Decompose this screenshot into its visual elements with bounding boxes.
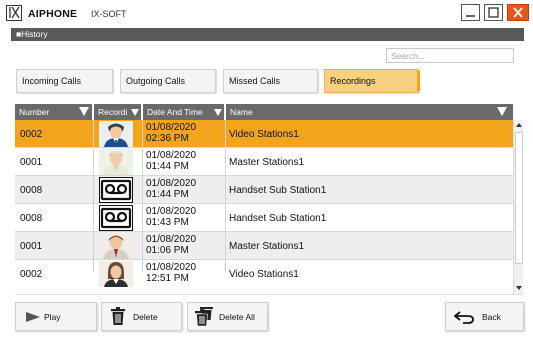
master-station-person-icon	[99, 149, 133, 175]
column-divider	[142, 120, 143, 272]
column-header-date-time[interactable]: Date And Time	[143, 104, 224, 120]
table-row[interactable]: 0008 01/08/2020 01:43 PM Handset Sub Sta…	[15, 204, 513, 232]
table-row[interactable]: 0002 01/08/2020 12:51 PM Video Stations1	[15, 260, 513, 287]
master-station-person-icon	[99, 233, 133, 259]
row-time: 12:51 PM	[146, 273, 189, 284]
column-label: Recordi	[98, 107, 128, 117]
row-time: 01:44 PM	[146, 189, 189, 200]
filter-label: Incoming Calls	[22, 76, 82, 86]
filter-missed-calls[interactable]: Missed Calls	[223, 69, 318, 93]
filter-label: Outgoing Calls	[126, 76, 186, 86]
delete-all-label: Delete All	[219, 312, 255, 322]
column-label: Number	[19, 107, 50, 117]
back-arrow-icon	[454, 311, 474, 324]
minimize-button[interactable]	[461, 4, 480, 21]
row-number: 0001	[20, 157, 43, 168]
row-name: Video Stations1	[229, 129, 299, 140]
scroll-up-icon[interactable]	[516, 123, 522, 127]
row-time: 01:44 PM	[146, 161, 189, 172]
delete-button[interactable]: Delete	[101, 302, 182, 331]
row-time: 01:43 PM	[146, 217, 189, 228]
close-button[interactable]	[507, 4, 529, 21]
table-row[interactable]: 0002 01/08/2020 02:36 PM Video Stations1	[15, 120, 513, 148]
play-button[interactable]: Play	[15, 302, 97, 331]
row-date-time: 01/08/2020 01:43 PM	[146, 206, 220, 228]
table-row[interactable]: 0001 01/08/2020 01:44 PM Master Stations…	[15, 148, 513, 176]
divider	[15, 294, 523, 295]
column-divider	[93, 120, 94, 272]
row-date: 01/08/2020	[146, 234, 197, 245]
row-name: Master Stations1	[229, 157, 305, 168]
sort-arrow-icon	[131, 109, 139, 116]
column-label: Date And Time	[147, 107, 203, 117]
row-date: 01/08/2020	[146, 178, 197, 189]
row-name: Video Stations1	[229, 269, 299, 280]
filter-label: Recordings	[330, 76, 376, 86]
row-number: 0001	[20, 241, 43, 252]
maximize-icon	[488, 7, 499, 18]
delete-label: Delete	[133, 312, 158, 322]
row-name: Handset Sub Station1	[229, 213, 327, 224]
section-title: ■History	[11, 28, 524, 41]
filter-label: Missed Calls	[229, 76, 281, 86]
row-name: Master Stations1	[229, 241, 305, 252]
row-number: 0002	[20, 269, 43, 280]
row-number: 0008	[20, 185, 43, 196]
filter-recordings[interactable]: Recordings	[324, 69, 420, 93]
maximize-button[interactable]	[484, 4, 503, 21]
voicemail-tape-icon	[99, 205, 133, 231]
column-divider	[225, 120, 226, 272]
search-input[interactable]	[386, 48, 514, 63]
row-date-time: 01/08/2020 02:36 PM	[146, 122, 220, 144]
trash-all-icon	[195, 307, 213, 327]
sort-arrow-icon	[497, 107, 507, 116]
play-icon	[26, 312, 40, 322]
app-name: IX-SOFT	[91, 9, 127, 19]
brand-name: AIPHONE	[28, 8, 78, 20]
sort-arrow-icon	[79, 107, 89, 116]
row-name: Handset Sub Station1	[229, 185, 327, 196]
video-station-person-icon	[99, 121, 133, 147]
trash-icon	[111, 307, 125, 325]
row-number: 0002	[20, 129, 43, 140]
row-date: 01/08/2020	[146, 262, 197, 273]
minimize-icon	[466, 15, 475, 17]
column-header-number[interactable]: Number	[15, 104, 92, 120]
row-date: 01/08/2020	[146, 206, 197, 217]
video-station-person-icon	[99, 261, 133, 287]
row-date-time: 01/08/2020 01:44 PM	[146, 178, 220, 200]
filter-incoming-calls[interactable]: Incoming Calls	[16, 69, 113, 93]
delete-all-button[interactable]: Delete All	[187, 302, 268, 331]
column-header-name[interactable]: Name	[226, 104, 513, 120]
row-time: 01:06 PM	[146, 245, 189, 256]
table-row[interactable]: 0001 01/08/2020 01:06 PM Master Stations…	[15, 232, 513, 260]
table-row[interactable]: 0008 01/08/2020 01:44 PM Handset Sub Sta…	[15, 176, 513, 204]
row-date: 01/08/2020	[146, 150, 197, 161]
scroll-thumb[interactable]	[515, 132, 523, 264]
column-label: Name	[230, 107, 253, 117]
row-date-time: 01/08/2020 12:51 PM	[146, 262, 220, 284]
play-label: Play	[44, 312, 61, 322]
filter-outgoing-calls[interactable]: Outgoing Calls	[120, 69, 216, 93]
active-indicator	[417, 71, 420, 91]
vertical-scrollbar[interactable]	[513, 120, 523, 294]
scroll-down-icon[interactable]	[516, 286, 522, 290]
row-date-time: 01/08/2020 01:44 PM	[146, 150, 220, 172]
row-number: 0008	[20, 213, 43, 224]
row-date: 01/08/2020	[146, 122, 197, 133]
column-header-recording[interactable]: Recordi	[94, 104, 141, 120]
sort-arrow-icon	[214, 109, 222, 116]
row-time: 02:36 PM	[146, 133, 189, 144]
ix-logo-icon	[6, 5, 22, 21]
title-bar: AIPHONE IX-SOFT	[0, 0, 533, 27]
back-label: Back	[482, 312, 501, 322]
close-icon	[513, 7, 523, 18]
row-date-time: 01/08/2020 01:06 PM	[146, 234, 220, 256]
back-button[interactable]: Back	[445, 302, 524, 331]
voicemail-tape-icon	[99, 177, 133, 203]
